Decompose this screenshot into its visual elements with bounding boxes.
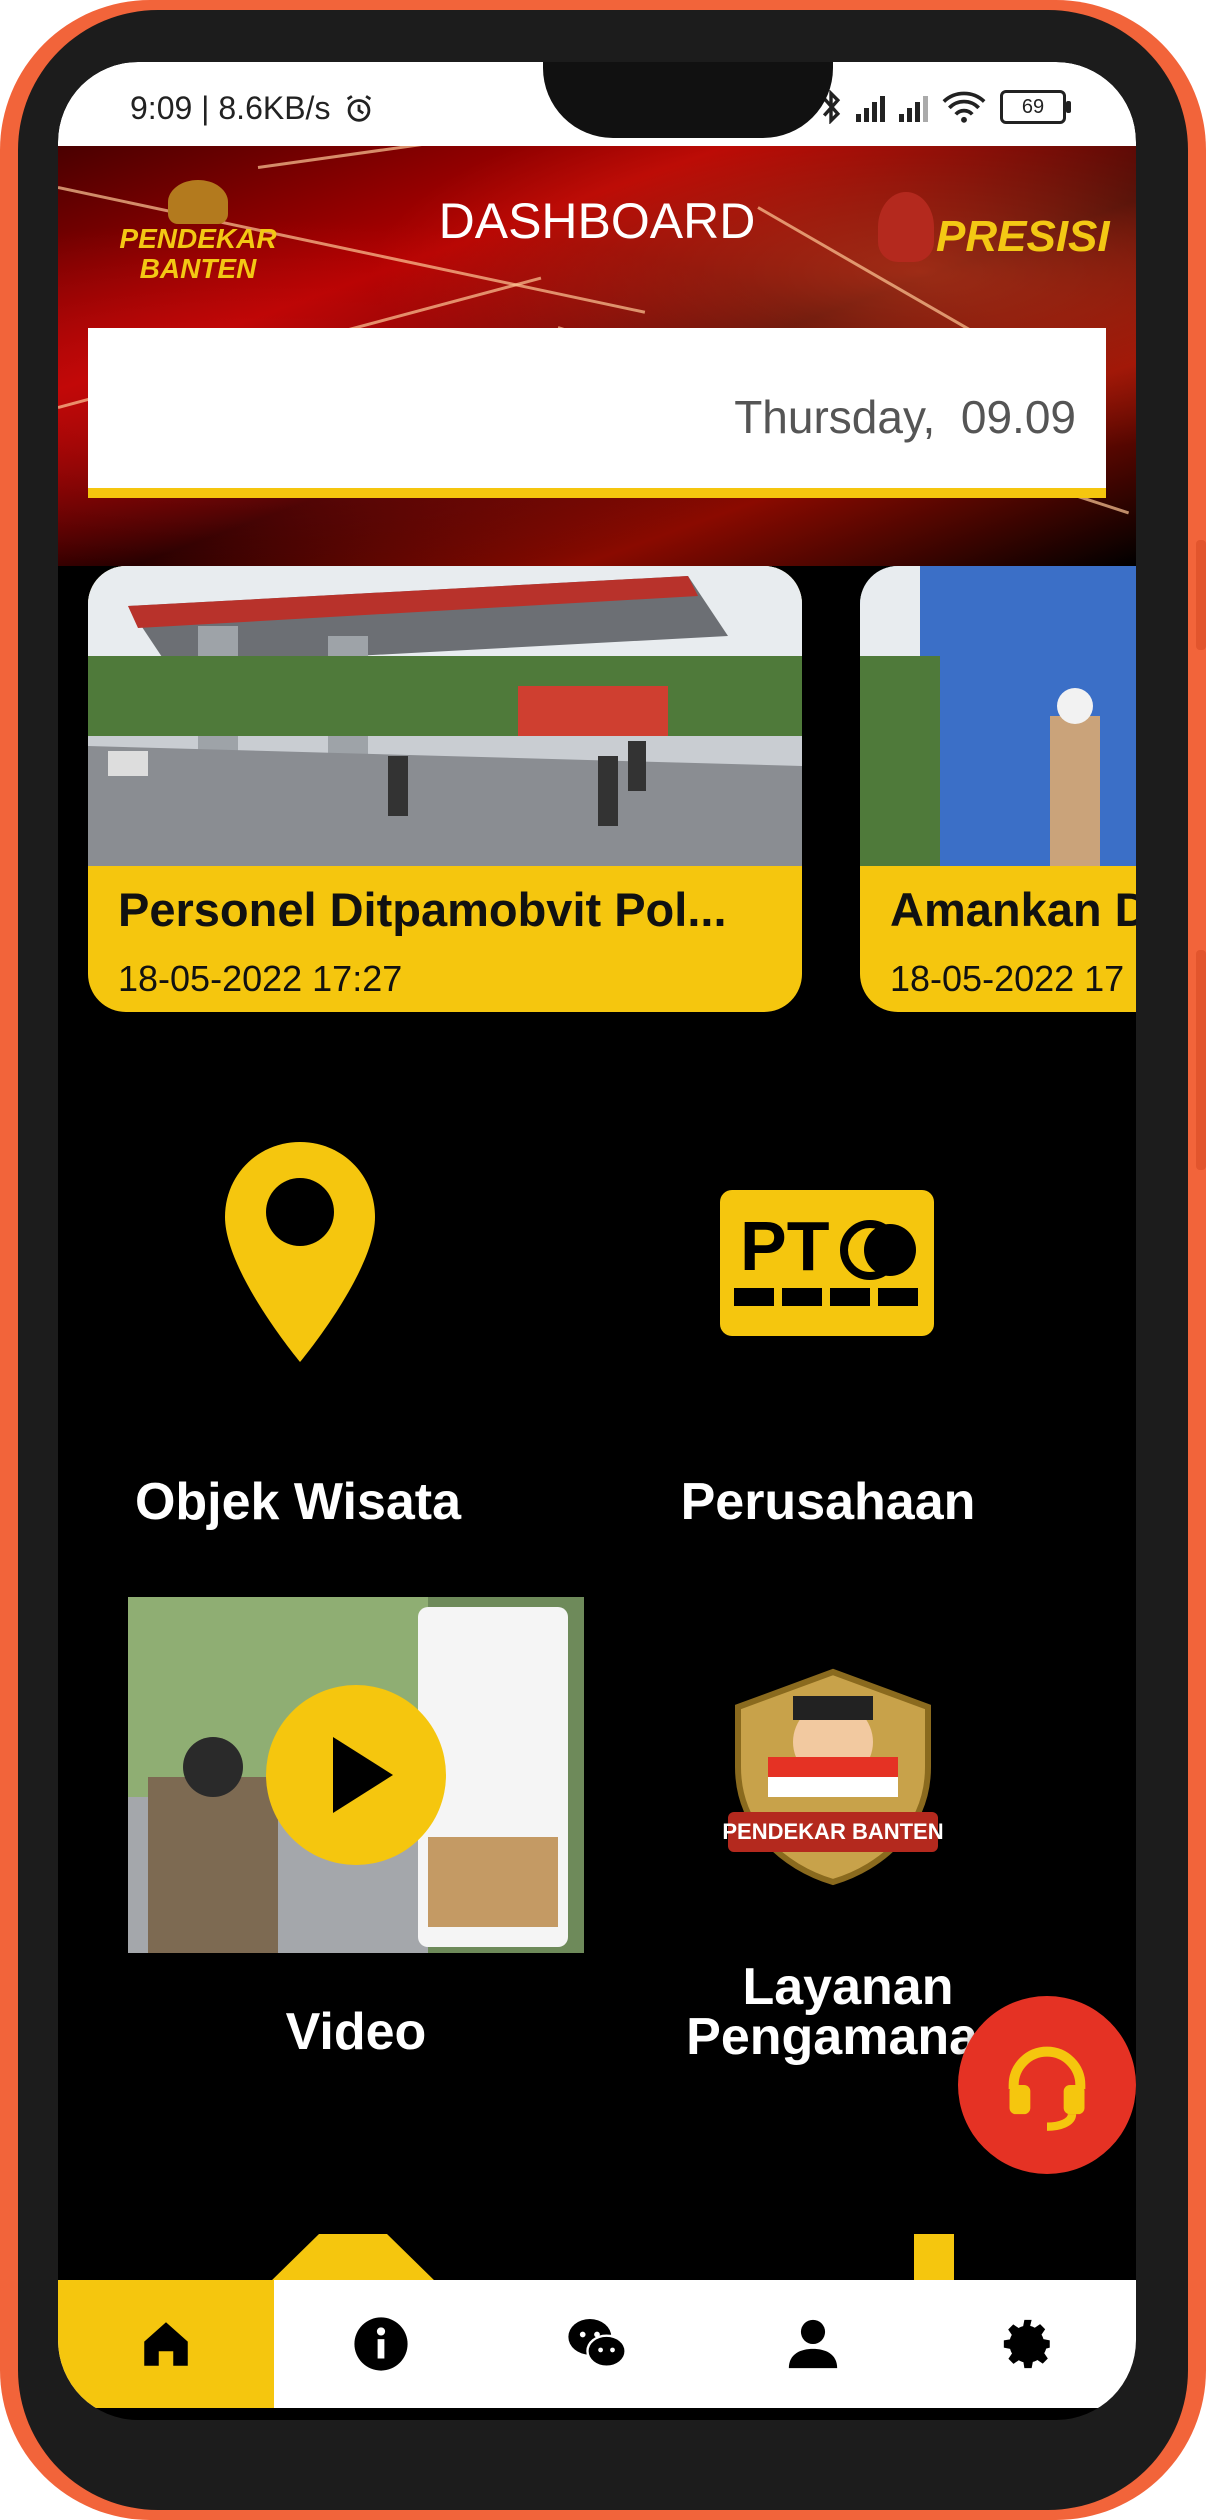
presisi-logo: PRESISI: [878, 187, 1114, 287]
pt-card-icon: PT: [720, 1190, 934, 1336]
signal-icon-2: [899, 92, 928, 122]
svg-text:PT: PT: [740, 1207, 829, 1285]
menu-objek-wisata[interactable]: Objek Wisata: [118, 1142, 478, 1642]
pendekar-banten-logo: PENDEKAR BANTEN: [722, 1668, 944, 1886]
video-thumbnail: [128, 1597, 584, 1953]
menu-perusahaan[interactable]: PT Perusahaan: [628, 1142, 1028, 1642]
status-time-speed: 9:09 | 8.6KB/s: [130, 90, 331, 126]
news-card[interactable]: Amankan D 18-05-2022 17: [860, 566, 1136, 1012]
gear-icon: [1004, 2319, 1050, 2369]
battery-icon: 69: [1000, 90, 1071, 124]
screen: 9:09 | 8.6KB/s 69 PENDEKAR BANTEN DASHBO…: [58, 62, 1136, 2420]
info-icon: [354, 2317, 408, 2371]
wifi-icon: [942, 91, 986, 123]
nav-chat[interactable]: [489, 2280, 705, 2408]
volume-button: [1196, 540, 1206, 650]
news-title: Amankan D: [890, 883, 1136, 936]
nav-info[interactable]: [274, 2280, 490, 2408]
news-title: Personel Ditpamobvit Pol...: [118, 883, 727, 936]
decorative-shape: [914, 2234, 954, 2284]
bottom-nav: [58, 2280, 1136, 2408]
news-date: 18-05-2022 17:27: [118, 958, 403, 999]
map-pin-icon: [225, 1142, 375, 1362]
date-text: Thursday, 09.09: [734, 391, 1076, 443]
person-icon: [788, 2319, 837, 2369]
notch: [543, 62, 833, 138]
power-button: [1196, 950, 1206, 1170]
nav-profile[interactable]: [705, 2280, 921, 2408]
home-icon: [144, 2322, 188, 2366]
decorative-shape: [268, 2234, 438, 2284]
menu-video[interactable]: Video: [128, 1597, 588, 2117]
news-image: [88, 566, 802, 866]
support-fab-button[interactable]: [958, 1996, 1136, 2174]
news-card[interactable]: Personel Ditpamobvit Pol... 18-05-2022 1…: [88, 566, 802, 1012]
nav-home[interactable]: [58, 2280, 274, 2408]
alarm-icon: [347, 94, 372, 122]
svg-text:PENDEKAR BANTEN: PENDEKAR BANTEN: [722, 1819, 943, 1844]
wechat-icon: [568, 2318, 627, 2368]
news-image: [860, 566, 1136, 866]
headset-icon: [1008, 2046, 1086, 2131]
status-left: 9:09 | 8.6KB/s: [130, 90, 376, 127]
date-card: Thursday, 09.09: [88, 328, 1106, 498]
menu-label: Objek Wisata: [134, 1473, 462, 1531]
menu-label: Perusahaan: [680, 1473, 976, 1531]
nav-settings[interactable]: [920, 2280, 1136, 2408]
news-date: 18-05-2022 17: [890, 958, 1125, 999]
status-right: 69: [820, 90, 1071, 124]
signal-icon: [856, 92, 885, 122]
menu-label: Video: [285, 2003, 427, 2061]
